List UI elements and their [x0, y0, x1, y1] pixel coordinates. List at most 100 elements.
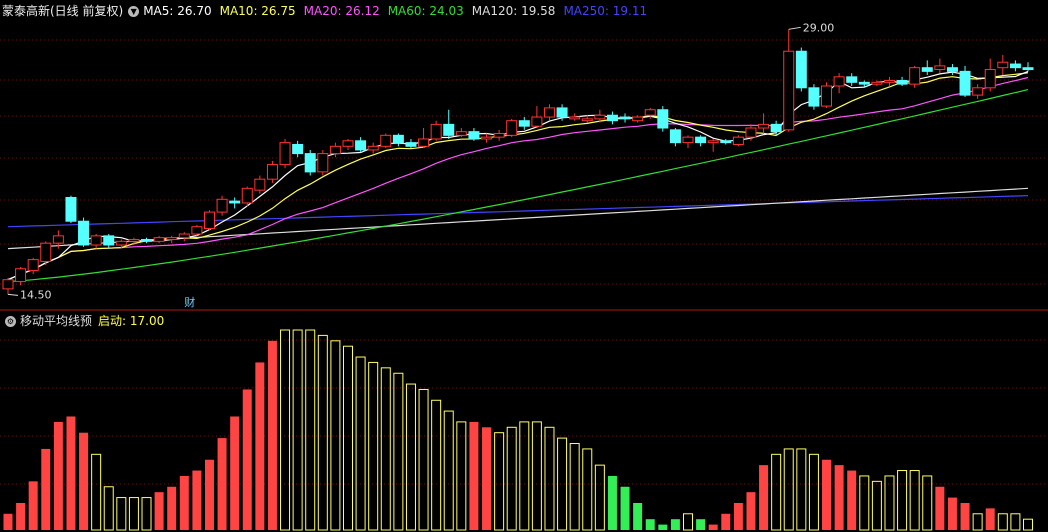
- indicator-bar: [141, 497, 152, 531]
- candle-body: [329, 145, 341, 155]
- indicator-bar: [16, 502, 26, 530]
- indicator-bar: [972, 513, 983, 531]
- finance-badge[interactable]: 财: [184, 295, 195, 309]
- candle-body: [2, 279, 14, 290]
- indicator-bar: [1023, 518, 1033, 531]
- indicator-bar: [620, 486, 630, 530]
- indicator-bar: [217, 438, 227, 530]
- candle-body: [758, 123, 770, 129]
- candle-body: [1022, 67, 1034, 71]
- candle-body: [707, 140, 719, 144]
- indicator-bar: [531, 421, 542, 531]
- candle-body: [581, 118, 593, 122]
- indicator-bar: [582, 448, 593, 531]
- indicator-bar: [1010, 513, 1021, 531]
- indicator-bar: [746, 492, 756, 530]
- candle-body: [695, 136, 707, 144]
- candle-body: [90, 235, 102, 246]
- indicator-bar: [960, 502, 970, 530]
- candle-body: [166, 237, 178, 241]
- indicator-bar: [683, 513, 693, 531]
- indicator-bar: [343, 345, 353, 531]
- indicator-bar: [66, 416, 76, 530]
- high-price-marker: 29.00: [803, 21, 835, 34]
- candle-body: [266, 164, 278, 180]
- candle-body: [443, 123, 455, 136]
- candle-body: [556, 107, 568, 118]
- candle-body: [669, 129, 681, 144]
- indicator-bar: [494, 432, 505, 531]
- indicator-bar: [947, 497, 957, 530]
- indicator-bar: [696, 519, 706, 530]
- indicator-bar: [154, 492, 164, 530]
- candle-body: [304, 153, 316, 173]
- indicator-bar: [305, 329, 316, 531]
- candle-body: [27, 259, 39, 272]
- candle-body: [896, 79, 908, 85]
- indicator-bar: [431, 399, 442, 531]
- candle-body: [115, 240, 127, 246]
- candle-body: [153, 237, 165, 242]
- indicator-bar: [633, 502, 643, 530]
- indicator-bar: [292, 329, 303, 531]
- candle-body: [846, 76, 858, 83]
- candle-body: [468, 131, 480, 140]
- candle-body: [644, 109, 656, 116]
- candle-body: [883, 79, 895, 83]
- low-marker-arrow: [7, 293, 19, 296]
- candle-body: [203, 211, 215, 230]
- indicator-bar: [128, 497, 139, 531]
- low-price-marker: 14.50: [20, 288, 52, 301]
- indicator-bar: [847, 470, 857, 530]
- indicator-bar: [53, 421, 63, 530]
- indicator-bar: [935, 486, 945, 530]
- indicator-bar: [456, 421, 467, 531]
- indicator-bar: [405, 383, 416, 531]
- indicator-bar: [393, 372, 404, 531]
- candle-body: [178, 233, 190, 239]
- candle-body: [934, 65, 946, 71]
- candle-body: [392, 134, 404, 144]
- candle-body: [128, 239, 140, 242]
- indicator-bar: [418, 388, 429, 531]
- candle-body: [15, 268, 27, 283]
- candle-body: [594, 114, 606, 120]
- indicator-bar: [230, 416, 240, 530]
- indicator-bar: [506, 426, 517, 531]
- candle-body: [254, 178, 266, 191]
- candle-body: [959, 70, 971, 96]
- candle-body: [657, 109, 669, 129]
- candle-body: [821, 85, 833, 107]
- candle-body: [241, 187, 253, 204]
- candle-body: [481, 136, 493, 140]
- indicator-bar: [167, 486, 177, 530]
- candle-body: [355, 140, 367, 151]
- indicator-bar: [443, 410, 454, 531]
- candle-body: [40, 242, 52, 262]
- candle-body: [216, 198, 228, 213]
- candle-body: [103, 235, 115, 246]
- candle-body: [606, 114, 618, 122]
- indicator-bar: [796, 448, 807, 531]
- high-marker-arrow: [788, 26, 801, 30]
- stock-chart[interactable]: 29.00 14.50 财: [0, 0, 1048, 532]
- ma60-line: [7, 89, 1029, 283]
- candle-body: [418, 138, 430, 147]
- indicator-bar: [28, 481, 38, 530]
- candle-body: [141, 239, 153, 242]
- candle-body: [531, 116, 543, 127]
- candle-body: [78, 220, 90, 246]
- indicator-bar: [380, 367, 391, 531]
- candle-body: [229, 200, 241, 204]
- candle-body: [292, 143, 304, 155]
- indicator-bar: [519, 421, 530, 531]
- indicator-bar: [91, 453, 102, 531]
- candle-body: [909, 67, 921, 85]
- candle-body: [682, 136, 694, 144]
- indicator-bar: [759, 465, 769, 530]
- indicator-bar: [771, 453, 782, 531]
- candle-body: [871, 81, 883, 85]
- candle-body: [783, 50, 795, 131]
- candle-body: [1009, 63, 1021, 69]
- indicator-bar: [482, 427, 492, 530]
